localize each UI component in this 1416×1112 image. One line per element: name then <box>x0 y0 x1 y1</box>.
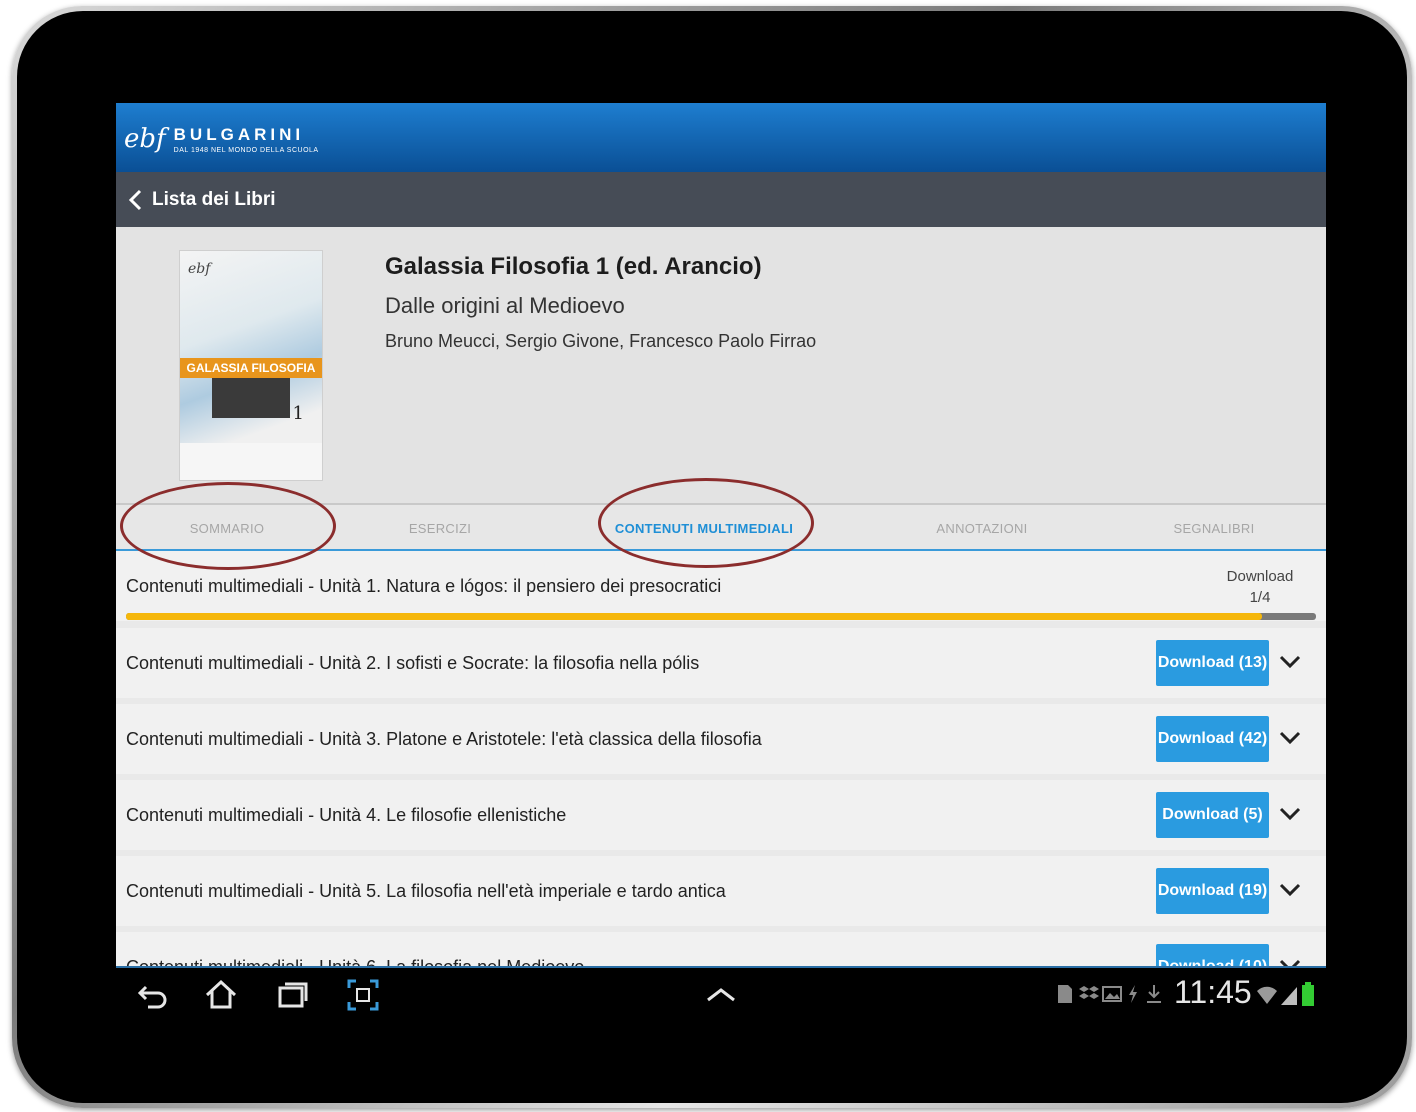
chevron-down-icon[interactable] <box>1278 650 1302 674</box>
chevron-up-icon[interactable] <box>704 978 738 1012</box>
tab-sommario[interactable]: SOMMARIO <box>116 505 338 551</box>
list-item[interactable]: Contenuti multimediali - Unità 4. Le fil… <box>116 780 1326 850</box>
logo-tagline: DAL 1948 NEL MONDO DELLA SCUOLA <box>173 146 319 154</box>
download-button[interactable]: Download (19) <box>1156 868 1269 914</box>
book-authors: Bruno Meucci, Sergio Givone, Francesco P… <box>385 331 817 351</box>
status-clock: 11:45 <box>1174 974 1252 1010</box>
multimedia-list[interactable]: Contenuti multimediali - Unità 1. Natura… <box>116 551 1326 966</box>
list-item[interactable]: Contenuti multimediali - Unità 1. Natura… <box>116 551 1326 621</box>
list-item[interactable]: Contenuti multimediali - Unità 3. Platon… <box>116 704 1326 774</box>
content-tabs: SOMMARIO ESERCIZI CONTENUTI MULTIMEDIALI… <box>116 503 1326 551</box>
cover-footer <box>180 443 322 480</box>
wifi-icon <box>1257 986 1277 1004</box>
logo-mark: ebf <box>124 124 166 154</box>
book-cover: ebf GALASSIA FILOSOFIA 1 <box>179 250 323 481</box>
unit-title: Contenuti multimediali - Unità 6. La fil… <box>126 932 584 967</box>
logo-brand: BULGARINI <box>173 124 305 144</box>
recent-apps-icon[interactable] <box>276 978 310 1012</box>
book-info: ebf GALASSIA FILOSOFIA 1 Galassia Filoso… <box>116 227 1326 503</box>
signal-icon <box>1281 987 1297 1005</box>
app-screen: ebf BULGARINI DAL 1948 NEL MONDO DELLA S… <box>116 103 1326 1021</box>
book-title: Galassia Filosofia 1 (ed. Arancio) <box>385 253 762 280</box>
download-status: Download 1/4 <box>1226 568 1294 606</box>
tab-segnalibri[interactable]: SEGNALIBRI <box>1116 505 1312 551</box>
cover-dark-panel <box>212 378 290 418</box>
unit-title: Contenuti multimediali - Unità 1. Natura… <box>126 575 722 596</box>
unit-title: Contenuti multimediali - Unità 4. Le fil… <box>126 804 567 825</box>
download-button[interactable]: Download (13) <box>1156 640 1269 686</box>
system-nav-bar: 11:45 <box>116 966 1326 1021</box>
chevron-down-icon[interactable] <box>1278 878 1302 902</box>
cover-title-band: GALASSIA FILOSOFIA <box>180 358 322 378</box>
list-item[interactable]: Contenuti multimediali - Unità 6. La fil… <box>116 932 1326 966</box>
chevron-down-icon[interactable] <box>1278 802 1302 826</box>
download-button[interactable]: Download (42) <box>1156 716 1269 762</box>
download-progress-fill <box>126 613 1263 620</box>
unit-title: Contenuti multimediali - Unità 3. Platon… <box>126 728 762 749</box>
book-subtitle: Dalle origini al Medioevo <box>385 293 625 318</box>
cover-logo: ebf <box>188 261 211 277</box>
list-item[interactable]: Contenuti multimediali - Unità 5. La fil… <box>116 856 1326 926</box>
back-icon[interactable] <box>136 978 170 1012</box>
chevron-down-icon[interactable] <box>1278 954 1302 966</box>
home-icon[interactable] <box>204 978 238 1012</box>
dropbox-icon <box>1079 986 1099 999</box>
app-header: ebf BULGARINI DAL 1948 NEL MONDO DELLA S… <box>116 103 1326 172</box>
download-button[interactable]: Download (10) <box>1156 944 1269 966</box>
sim-card-icon <box>1058 985 1072 1003</box>
download-progress-bar <box>126 613 1316 620</box>
tab-contenuti-multimediali[interactable]: CONTENUTI MULTIMEDIALI <box>594 505 814 551</box>
sync-icon <box>1129 985 1137 1003</box>
gallery-icon <box>1102 986 1122 1002</box>
bulgarini-logo: ebf BULGARINI DAL 1948 NEL MONDO DELLA S… <box>124 119 319 159</box>
chevron-down-icon[interactable] <box>1278 726 1302 750</box>
download-button[interactable]: Download (5) <box>1156 792 1269 838</box>
cover-volume: 1 <box>292 403 304 424</box>
battery-icon <box>1302 982 1314 1006</box>
unit-title: Contenuti multimediali - Unità 2. I sofi… <box>126 652 700 673</box>
chevron-left-icon[interactable] <box>122 186 150 214</box>
back-to-book-list[interactable]: Lista dei Libri <box>152 189 276 211</box>
tab-esercizi[interactable]: ESERCIZI <box>338 505 542 551</box>
back-nav-bar[interactable]: Lista dei Libri <box>116 172 1326 227</box>
download-icon <box>1147 985 1161 1003</box>
unit-title: Contenuti multimediali - Unità 5. La fil… <box>126 880 726 901</box>
tab-annotazioni[interactable]: ANNOTAZIONI <box>876 505 1088 551</box>
list-item[interactable]: Contenuti multimediali - Unità 2. I sofi… <box>116 628 1326 698</box>
screenshot-icon[interactable] <box>346 978 380 1012</box>
